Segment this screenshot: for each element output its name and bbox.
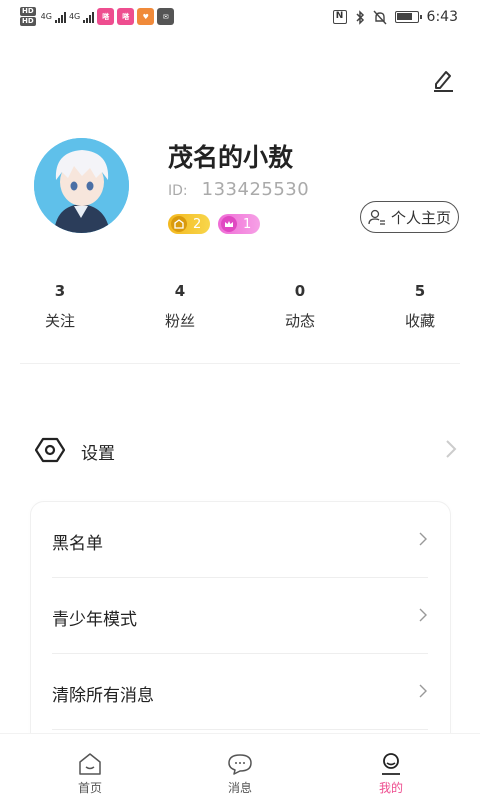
user-card-icon (368, 209, 385, 225)
user-id-label: ID: (168, 183, 188, 199)
edit-profile-icon[interactable] (431, 67, 455, 93)
vip-badge[interactable]: 1 (218, 214, 260, 234)
stat-label: 动态 (284, 312, 315, 330)
stat-following[interactable]: 3 关注 (20, 282, 100, 331)
chevron-right-icon (419, 684, 427, 698)
divider (52, 729, 428, 730)
mute-icon (373, 10, 387, 24)
network-type-label: 4G (68, 12, 81, 21)
stat-label: 收藏 (404, 312, 435, 330)
personal-homepage-button[interactable]: 个人主页 (360, 201, 459, 233)
menu-item-clear-messages[interactable]: 清除所有消息 (31, 654, 452, 730)
hd-badge: HD (20, 17, 36, 26)
stat-posts[interactable]: 0 动态 (260, 282, 340, 331)
hd-badge: HD (20, 7, 36, 16)
home-icon (79, 753, 101, 775)
level-badge[interactable]: 2 (168, 214, 210, 234)
stat-favorites[interactable]: 5 收藏 (380, 282, 460, 331)
stat-count: 5 (414, 282, 426, 300)
menu-item-label: 黑名单 (52, 534, 103, 554)
username: 茂名的小敖 (168, 143, 294, 172)
settings-row[interactable]: 设置 (0, 425, 480, 475)
stat-count: 3 (54, 282, 66, 300)
menu-item-teen-mode[interactable]: 青少年模式 (31, 578, 452, 654)
bottom-nav: 首页 消息 我的 (0, 733, 480, 800)
menu-item-label: 青少年模式 (52, 610, 137, 630)
crown-icon (221, 216, 237, 232)
status-bar-left: HD HD 4G 4G 嗒 嗒 ♥ ✉ (20, 7, 175, 26)
app-notification-icon: ♥ (137, 8, 155, 25)
settings-label: 设置 (81, 444, 115, 464)
user-id: ID: 133425530 (168, 179, 309, 200)
settings-hexagon-icon (35, 437, 65, 463)
chevron-right-icon (419, 608, 427, 622)
level-badge-value: 2 (193, 216, 202, 232)
menu-item-blacklist[interactable]: 黑名单 (31, 502, 452, 578)
stat-count: 0 (294, 282, 306, 300)
nav-label: 首页 (77, 781, 102, 795)
signal-icon (54, 11, 66, 23)
level-icon (171, 216, 187, 232)
nfc-icon: N (332, 10, 347, 24)
avatar-illustration (34, 138, 129, 233)
message-icon (228, 754, 252, 775)
app-notification-icon: 嗒 (117, 8, 135, 25)
chevron-right-icon (419, 532, 427, 546)
user-id-value: 133425530 (201, 179, 310, 200)
personal-homepage-label: 个人主页 (390, 208, 451, 227)
menu-card: 黑名单 青少年模式 清除所有消息 (30, 501, 451, 761)
battery-icon (394, 11, 422, 23)
bluetooth-icon (356, 9, 364, 25)
stat-followers[interactable]: 4 粉丝 (140, 282, 220, 331)
status-bar: HD HD 4G 4G 嗒 嗒 ♥ ✉ N 6:43 (0, 0, 480, 38)
signal-icon (83, 11, 95, 23)
network-type-label: 4G (40, 12, 52, 21)
status-time: 6:43 (426, 9, 458, 25)
stat-label: 关注 (44, 312, 75, 330)
stats-row: 3 关注 4 粉丝 0 动态 5 收藏 (0, 282, 480, 332)
menu-item-label: 清除所有消息 (52, 686, 154, 706)
nav-profile[interactable]: 我的 (361, 752, 421, 796)
app-notification-icon: ✉ (157, 8, 175, 25)
nav-label: 我的 (378, 781, 403, 795)
hd-badges: HD HD (20, 7, 36, 26)
nav-messages[interactable]: 消息 (210, 752, 270, 796)
chevron-right-icon (446, 440, 457, 458)
nav-home[interactable]: 首页 (60, 752, 120, 796)
avatar[interactable] (34, 138, 129, 233)
stat-count: 4 (174, 282, 186, 300)
profile-icon (382, 753, 400, 775)
status-bar-right: N 6:43 (332, 9, 458, 25)
nav-label: 消息 (227, 781, 252, 795)
vip-badge-value: 1 (243, 216, 252, 232)
app-notification-icon: 嗒 (97, 8, 115, 25)
stat-label: 粉丝 (164, 312, 195, 330)
divider (20, 363, 460, 364)
